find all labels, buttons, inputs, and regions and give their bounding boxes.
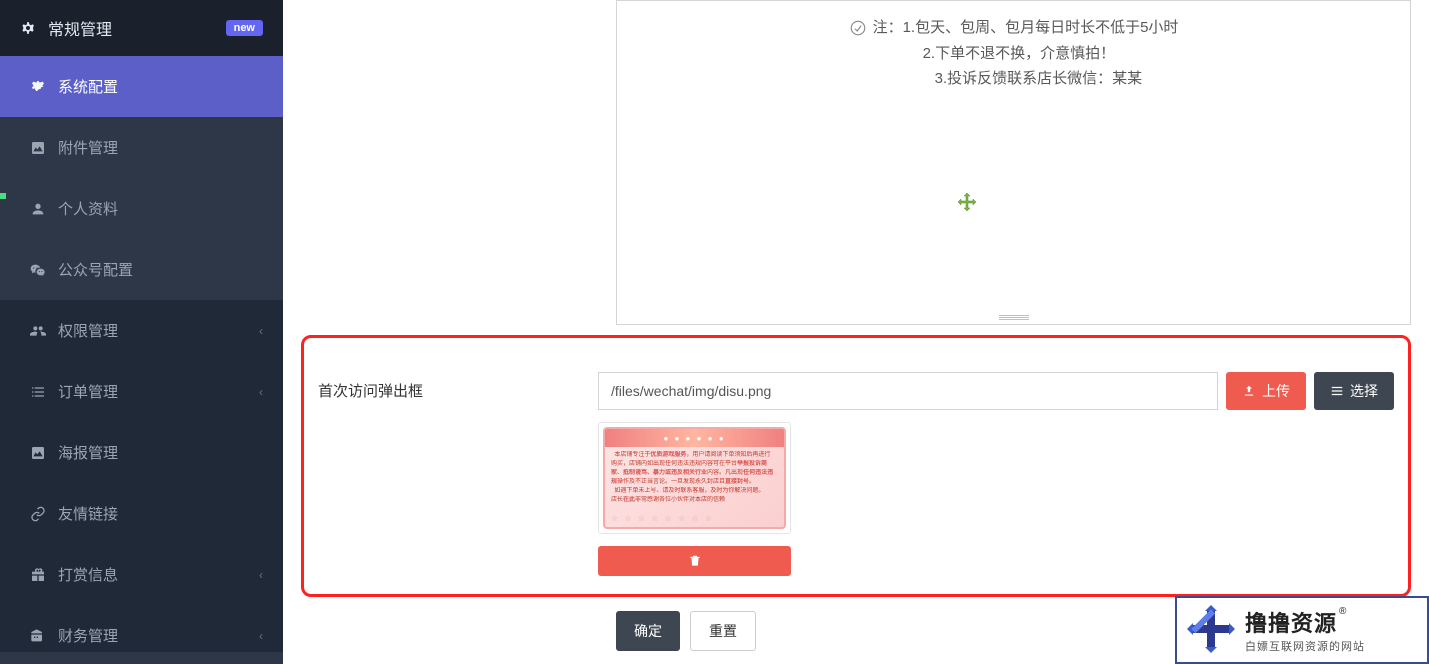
sidebar-item-label: 海报管理 — [58, 442, 118, 463]
gift-icon — [30, 567, 46, 583]
wechat-icon — [30, 262, 46, 278]
notice-icon — [849, 19, 867, 37]
confirm-button[interactable]: 确定 — [616, 611, 680, 651]
sidebar-section-general[interactable]: 常规管理 new — [0, 0, 283, 56]
sidebar-item-wechat-config[interactable]: 公众号配置 — [0, 239, 283, 300]
brand-logo-icon — [1187, 605, 1235, 656]
move-handle-icon[interactable] — [955, 191, 979, 215]
sidebar-item-finance[interactable]: 财务管理 ‹ — [0, 605, 283, 652]
badge-new: new — [226, 20, 263, 36]
upload-button[interactable]: 上传 — [1226, 372, 1306, 410]
rich-text-editor[interactable]: 注：1.包天、包周、包月每日时长不低于5小时 2.下单不退不换，介意慎拍！ 3.… — [616, 0, 1411, 325]
users-icon — [30, 323, 46, 339]
settings-icon — [20, 20, 36, 36]
sidebar-item-posters[interactable]: 海报管理 — [0, 422, 283, 483]
form-label-popup: 首次访问弹出框 — [318, 372, 578, 401]
gear-icon — [30, 79, 46, 95]
person-icon — [30, 201, 46, 217]
reset-button[interactable]: 重置 — [690, 611, 756, 651]
trash-icon — [688, 554, 702, 568]
sidebar-item-label: 友情链接 — [58, 503, 118, 524]
sidebar-item-profile[interactable]: 个人资料 — [0, 178, 283, 239]
sidebar-item-label: 个人资料 — [58, 198, 118, 219]
image-preview: ● ● ● ● ● ● 本店铺专注于优质游戏服务，用户请阅读下单须知后再进行 购… — [598, 422, 791, 534]
sidebar-item-label: 财务管理 — [58, 625, 118, 646]
main-content: 注：1.包天、包周、包月每日时长不低于5小时 2.下单不退不换，介意慎拍！ 3.… — [283, 0, 1429, 664]
chevron-left-icon: ‹ — [259, 568, 263, 582]
editor-note-text: 注：1.包天、包周、包月每日时长不低于5小时 2.下单不退不换，介意慎拍！ 3.… — [873, 15, 1179, 92]
sidebar-item-label: 系统配置 — [58, 76, 118, 97]
sidebar-item-label: 公众号配置 — [58, 259, 133, 280]
sidebar-item-label: 附件管理 — [58, 137, 118, 158]
sidebar-item-orders[interactable]: 订单管理 ‹ — [0, 361, 283, 422]
chevron-left-icon: ‹ — [259, 629, 263, 643]
sidebar-item-label: 订单管理 — [58, 381, 118, 402]
sidebar-item-tips[interactable]: 打赏信息 ‹ — [0, 544, 283, 605]
highlighted-section: 首次访问弹出框 上传 选择 — [301, 335, 1411, 597]
sidebar-section-label: 常规管理 — [48, 16, 112, 40]
sidebar-section-2: 权限管理 ‹ 订单管理 ‹ 海报管理 友情链接 — [0, 300, 283, 652]
sidebar-item-permissions[interactable]: 权限管理 ‹ — [0, 300, 283, 361]
select-button[interactable]: 选择 — [1314, 372, 1394, 410]
list-icon — [1330, 384, 1344, 398]
sidebar-item-friend-links[interactable]: 友情链接 — [0, 483, 283, 544]
brand-name: 撸撸资源 — [1245, 606, 1337, 638]
brand-watermark: 撸撸资源 ® 白嫖互联网资源的网站 — [1175, 596, 1429, 664]
list-icon — [30, 384, 46, 400]
delete-image-button[interactable] — [598, 546, 791, 576]
status-indicator-dot — [0, 193, 6, 199]
image-icon — [30, 140, 46, 156]
brand-registered: ® — [1339, 606, 1346, 617]
sidebar-item-attachment[interactable]: 附件管理 — [0, 117, 283, 178]
sidebar-item-label: 权限管理 — [58, 320, 118, 341]
wallet-icon — [30, 628, 46, 644]
sidebar: 常规管理 new 系统配置 附件管理 个人资料 — [0, 0, 283, 664]
sidebar-item-label: 打赏信息 — [58, 564, 118, 585]
image-icon — [30, 445, 46, 461]
upload-icon — [1242, 384, 1256, 398]
resize-grip[interactable] — [999, 314, 1029, 320]
chevron-left-icon: ‹ — [259, 385, 263, 399]
link-icon — [30, 506, 46, 522]
chevron-left-icon: ‹ — [259, 324, 263, 338]
popup-image-path-input[interactable] — [598, 372, 1218, 410]
brand-tagline: 白嫖互联网资源的网站 — [1245, 638, 1365, 654]
sidebar-item-system-config[interactable]: 系统配置 — [0, 56, 283, 117]
